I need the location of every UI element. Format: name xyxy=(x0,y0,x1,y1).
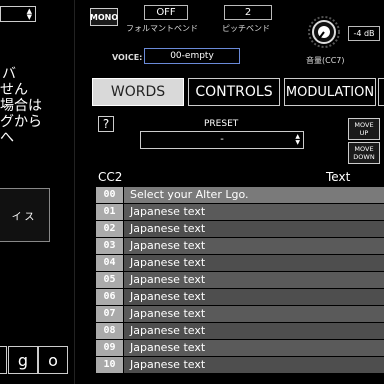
table-row[interactable]: 07 Japanese text xyxy=(96,306,384,322)
preset-select[interactable]: - ▲ ▼ xyxy=(140,131,304,149)
formant-value-box[interactable]: OFF xyxy=(144,5,188,20)
row-text: Japanese text xyxy=(124,221,384,237)
move-down-line1: MOVE xyxy=(354,145,374,153)
panel-divider xyxy=(74,0,75,384)
key-cell[interactable]: o xyxy=(38,346,68,374)
tab-label: WORDS xyxy=(110,84,166,100)
pitch-label: ピッチベンド xyxy=(222,24,270,33)
tab-words[interactable]: WORDS xyxy=(92,78,184,106)
key-char: o xyxy=(48,350,58,370)
table-row[interactable]: 02 Japanese text xyxy=(96,221,384,237)
help-button[interactable]: ? xyxy=(98,116,114,132)
row-text: Japanese text xyxy=(124,323,384,339)
tab-modulation[interactable]: MODULATION xyxy=(284,78,376,106)
key-char: g xyxy=(17,350,29,370)
row-index: 06 xyxy=(96,289,123,305)
mono-button[interactable]: MONO xyxy=(90,8,118,26)
tab-label: MODULATION xyxy=(285,84,375,100)
row-text: Japanese text xyxy=(124,340,384,356)
table-row[interactable]: 05 Japanese text xyxy=(96,272,384,288)
left-dark-button[interactable]: イス xyxy=(0,188,50,242)
volume-value: -4 dB xyxy=(353,29,375,38)
key-cell[interactable]: g xyxy=(8,346,38,374)
left-jp-text: バ せん 場合は グから へ xyxy=(0,66,60,146)
table-row[interactable]: 00 Select your Alter Lgo. xyxy=(96,187,384,203)
col-header-text: Text xyxy=(326,170,351,184)
move-up-line2: UP xyxy=(359,129,369,137)
move-up-button[interactable]: MOVE UP xyxy=(348,118,380,140)
row-text: Japanese text xyxy=(124,238,384,254)
table-row[interactable]: 08 Japanese text xyxy=(96,323,384,339)
bottom-left-keys: g o xyxy=(0,346,70,374)
left-dark-button-label: イス xyxy=(11,211,38,223)
row-index: 07 xyxy=(96,306,123,322)
row-index: 03 xyxy=(96,238,123,254)
row-text: Japanese text xyxy=(124,306,384,322)
move-down-line2: DOWN xyxy=(353,153,375,161)
row-text: Japanese text xyxy=(124,255,384,271)
table-row[interactable]: 09 Japanese text xyxy=(96,340,384,356)
jp-line: 場合は xyxy=(0,98,42,114)
stepper-arrows-icon: ▲ ▼ xyxy=(26,7,32,21)
volume-knob-icon[interactable] xyxy=(306,14,342,50)
voice-select[interactable]: 00-empty xyxy=(144,48,240,64)
formant-label: フォルマントベンド xyxy=(126,24,198,33)
move-up-line1: MOVE xyxy=(354,121,374,129)
stepper-arrows-icon: ▲ ▼ xyxy=(295,133,300,146)
jp-line: せん xyxy=(0,82,28,98)
table-row[interactable]: 03 Japanese text xyxy=(96,238,384,254)
row-index: 10 xyxy=(96,357,123,373)
key-cell[interactable] xyxy=(0,346,7,374)
tab-label: CONTROLS xyxy=(195,84,273,100)
table-row[interactable]: 01 Japanese text xyxy=(96,204,384,220)
table-row[interactable]: 10 Japanese text xyxy=(96,357,384,373)
row-text: Japanese text xyxy=(124,272,384,288)
pitch-value-box[interactable]: 2 xyxy=(224,5,272,20)
row-index: 04 xyxy=(96,255,123,271)
voice-label: VOICE: xyxy=(112,53,143,62)
preset-label: PRESET xyxy=(204,119,239,129)
table-row[interactable]: 06 Japanese text xyxy=(96,289,384,305)
volume-label: 音量(CC7) xyxy=(306,56,345,65)
row-index: 01 xyxy=(96,204,123,220)
row-text: Japanese text xyxy=(124,289,384,305)
row-index: 02 xyxy=(96,221,123,237)
table-row[interactable]: 04 Japanese text xyxy=(96,255,384,271)
row-index: 08 xyxy=(96,323,123,339)
tab-controls[interactable]: CONTROLS xyxy=(188,78,280,106)
row-index: 05 xyxy=(96,272,123,288)
jp-line: バ xyxy=(2,66,16,82)
help-label: ? xyxy=(102,117,110,131)
col-header-cc: CC2 xyxy=(98,170,123,184)
preset-value: - xyxy=(220,134,224,145)
mono-label: MONO xyxy=(89,12,119,22)
row-index: 00 xyxy=(96,187,123,203)
volume-value-box: -4 dB xyxy=(348,26,380,41)
pitch-value: 2 xyxy=(244,7,252,18)
formant-value: OFF xyxy=(156,7,176,18)
row-index: 09 xyxy=(96,340,123,356)
top-left-dropdown[interactable]: ▲ ▼ xyxy=(0,6,36,22)
row-text: Japanese text xyxy=(124,204,384,220)
jp-line: グから xyxy=(0,114,42,130)
voice-value: 00-empty xyxy=(170,51,214,61)
row-text: Japanese text xyxy=(124,357,384,373)
move-down-button[interactable]: MOVE DOWN xyxy=(348,142,380,164)
row-text: Select your Alter Lgo. xyxy=(124,187,384,203)
tab-next-partial[interactable] xyxy=(378,78,384,106)
jp-line: へ xyxy=(0,130,14,146)
